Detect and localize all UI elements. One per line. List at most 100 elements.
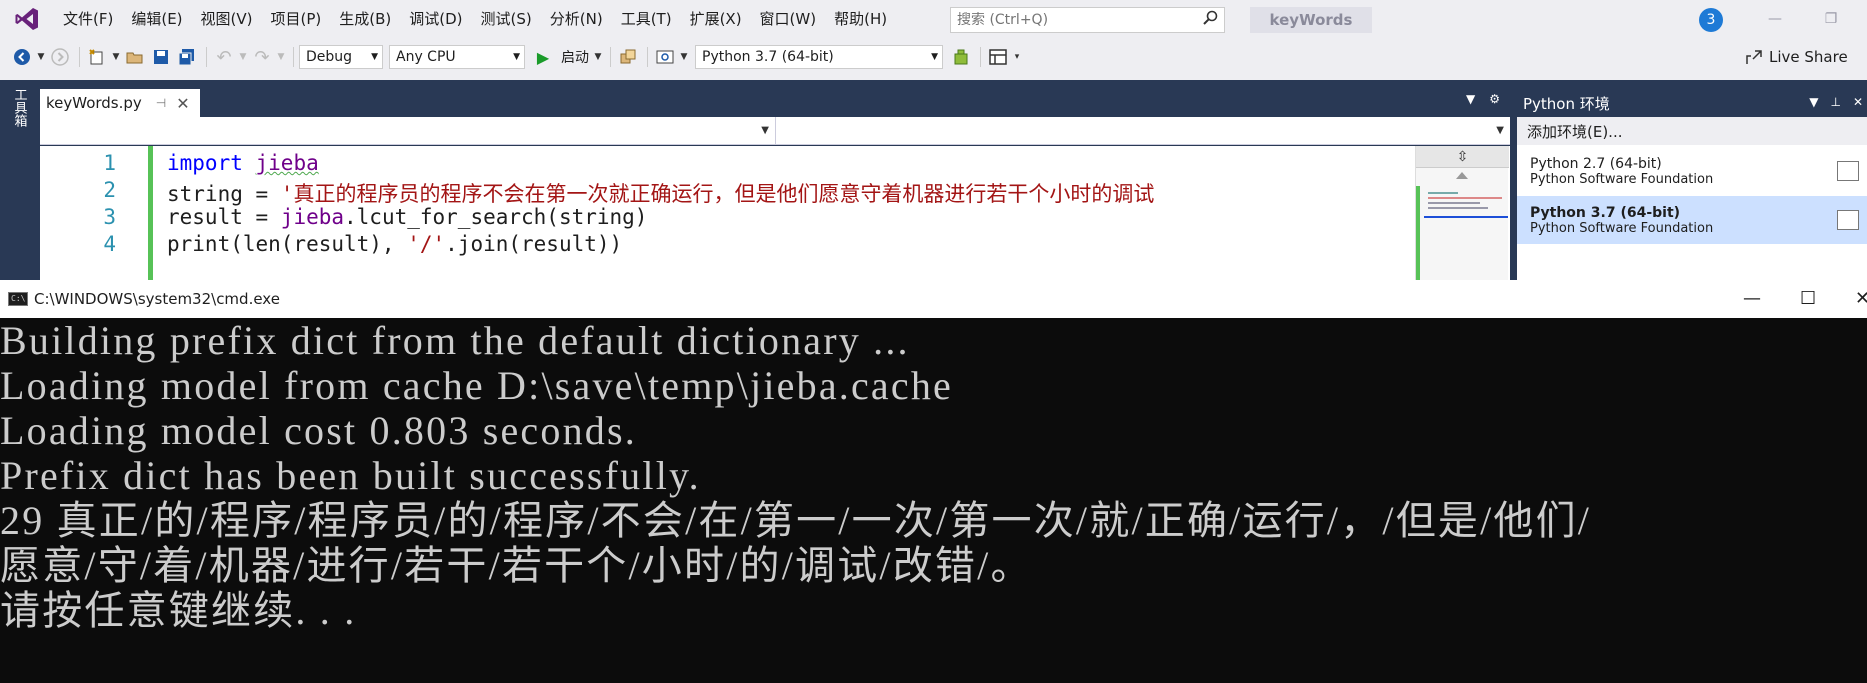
menu-file[interactable]: 文件(F) [54,0,122,38]
code-line-1[interactable]: import jieba [167,151,319,175]
string-literal: '真正的程序员的程序不会在第一次就正确运行，但是他们愿意守着机器进行若干个小时的… [280,182,1155,206]
line-number: 2 [103,178,116,202]
console-line: 愿意/守/着/机器/进行/若干/若干个/小时/的/调试/改错/。 [0,543,1033,588]
restore-icon[interactable]: ❐ [1816,8,1846,30]
menu-tools[interactable]: 工具(T) [612,0,681,38]
menu-help[interactable]: 帮助(H) [825,0,896,38]
close-icon[interactable]: ✕ [1855,288,1867,309]
live-share-label: Live Share [1769,48,1848,66]
undo-icon[interactable]: ↶ [212,45,236,69]
search-icon[interactable] [1202,10,1218,30]
chevron-down-icon[interactable]: ▼ [1809,95,1818,109]
start-button[interactable]: 启动 [561,47,589,67]
menu-test[interactable]: 测试(S) [472,0,541,38]
back-icon[interactable] [10,45,34,69]
close-icon[interactable]: ✕ [176,94,189,113]
open-file-icon[interactable] [123,45,147,69]
minimize-icon[interactable]: — [1760,8,1790,30]
scroll-up-icon[interactable] [1456,172,1468,179]
attach-icon[interactable] [616,45,640,69]
browser-icon[interactable] [653,45,677,69]
new-dropdown-icon[interactable]: ▼ [111,45,121,69]
python-env-dropdown[interactable]: Python 3.7 (64-bit) ▼ [695,45,943,69]
python-env-value: Python 3.7 (64-bit) [702,49,834,65]
back-dropdown-icon[interactable]: ▼ [36,45,46,69]
python-package-icon[interactable] [949,45,973,69]
console-line: 29 真正/的/程序/程序员/的/程序/不会/在/第一/一次/第一次/就/正确/… [0,498,1592,543]
live-share-button[interactable]: Live Share [1745,44,1848,70]
add-environment-link[interactable]: 添加环境(E)... [1517,117,1867,145]
save-all-icon[interactable] [175,45,199,69]
menu-build[interactable]: 生成(B) [330,0,400,38]
line-number: 1 [103,151,116,175]
platform-dropdown[interactable]: Any CPU ▼ [389,45,525,69]
toolbar-separator [610,47,611,67]
save-icon[interactable] [149,45,173,69]
undo-dropdown-icon[interactable]: ▼ [238,45,248,69]
code-line-3[interactable]: result = jieba.lcut_for_search(string) [167,205,647,229]
env-name: Python 3.7 (64-bit) [1530,204,1681,221]
console-output[interactable]: Building prefix dict from the default di… [0,318,1867,683]
cmd-title-bar[interactable]: C:\ C:\WINDOWS\system32\cmd.exe — ☐ ✕ [0,280,1867,318]
menu-debug[interactable]: 调试(D) [400,0,471,38]
env-item-python37[interactable]: Python 3.7 (64-bit) Python Software Foun… [1517,196,1867,244]
redo-icon[interactable]: ↷ [250,45,274,69]
pin-icon[interactable]: ⊣ [156,96,166,110]
line-number: 4 [103,232,116,256]
menu-edit[interactable]: 编辑(E) [122,0,191,38]
new-project-icon[interactable] [85,45,109,69]
environment-settings-icon[interactable] [1837,161,1859,181]
gear-icon[interactable]: ⚙ [1489,92,1500,106]
cmd-window-title: C:\WINDOWS\system32\cmd.exe [34,290,280,308]
module-name: jieba [255,151,319,175]
method-call: .join(result)) [445,232,623,256]
code-line-2[interactable]: string = '真正的程序员的程序不会在第一次就正确运行，但是他们愿意守着机… [167,178,1154,208]
split-window-icon[interactable]: ⇳ [1416,146,1509,168]
environment-settings-icon[interactable] [1837,210,1859,230]
chevron-down-icon[interactable]: ▼ [1466,92,1475,106]
maximize-icon[interactable]: ☐ [1800,288,1816,309]
visual-studio-logo-icon[interactable] [0,0,54,38]
nav-scope-dropdown[interactable]: ▼ [40,117,776,144]
env-name: Python 2.7 (64-bit) [1530,155,1662,172]
search-box[interactable] [950,7,1225,33]
code-line-4[interactable]: print(len(result), '/'.join(result)) [167,232,622,256]
menu-extensions[interactable]: 扩展(X) [681,0,751,38]
env-publisher: Python Software Foundation [1530,220,1714,236]
close-icon[interactable]: ✕ [1853,95,1863,109]
minimize-icon[interactable]: — [1743,288,1761,309]
operator: = [242,205,281,229]
toolbar-separator [293,47,294,67]
code-overview-scrollbar[interactable]: ⇳ [1415,146,1509,280]
pin-icon[interactable]: ⊥ [1830,95,1840,109]
console-line: Loading model cost 0.803 seconds. [0,408,637,453]
configuration-dropdown[interactable]: Debug ▼ [299,45,383,69]
change-marker [1416,186,1420,280]
browser-dropdown-icon[interactable]: ▼ [679,45,689,69]
menu-project[interactable]: 项目(P) [262,0,331,38]
console-line: Prefix dict has been built successfully. [0,453,701,498]
tab-title: keyWords.py [46,94,142,112]
scroll-thumb[interactable] [1424,186,1508,218]
redo-dropdown-icon[interactable]: ▼ [276,45,286,69]
chevron-down-icon: ▼ [371,52,378,62]
menu-view[interactable]: 视图(V) [192,0,262,38]
chevron-down-icon: ▼ [1496,125,1504,136]
start-play-icon[interactable]: ▶ [531,45,555,69]
nav-member-dropdown[interactable]: ▼ [776,117,1510,144]
toolbox-tab[interactable]: 工具箱 [8,88,30,148]
code-editor[interactable]: 1 2 3 4 import jieba string = '真正的程序员的程序… [40,146,1510,280]
layout-icon[interactable] [986,45,1010,69]
env-item-python27[interactable]: Python 2.7 (64-bit) Python Software Foun… [1517,147,1867,195]
share-icon [1746,50,1762,64]
forward-icon[interactable] [48,45,72,69]
keyword: import [167,151,243,175]
notification-badge[interactable]: 3 [1699,8,1723,32]
menu-window[interactable]: 窗口(W) [751,0,826,38]
search-input[interactable] [957,12,1187,28]
start-dropdown-icon[interactable]: ▼ [593,45,603,69]
tab-keywords-py[interactable]: keyWords.py ⊣ ✕ [40,89,200,117]
menu-analyze[interactable]: 分析(N) [541,0,612,38]
overflow-icon[interactable]: ▾ [1012,45,1022,69]
toolbar-separator [647,47,648,67]
